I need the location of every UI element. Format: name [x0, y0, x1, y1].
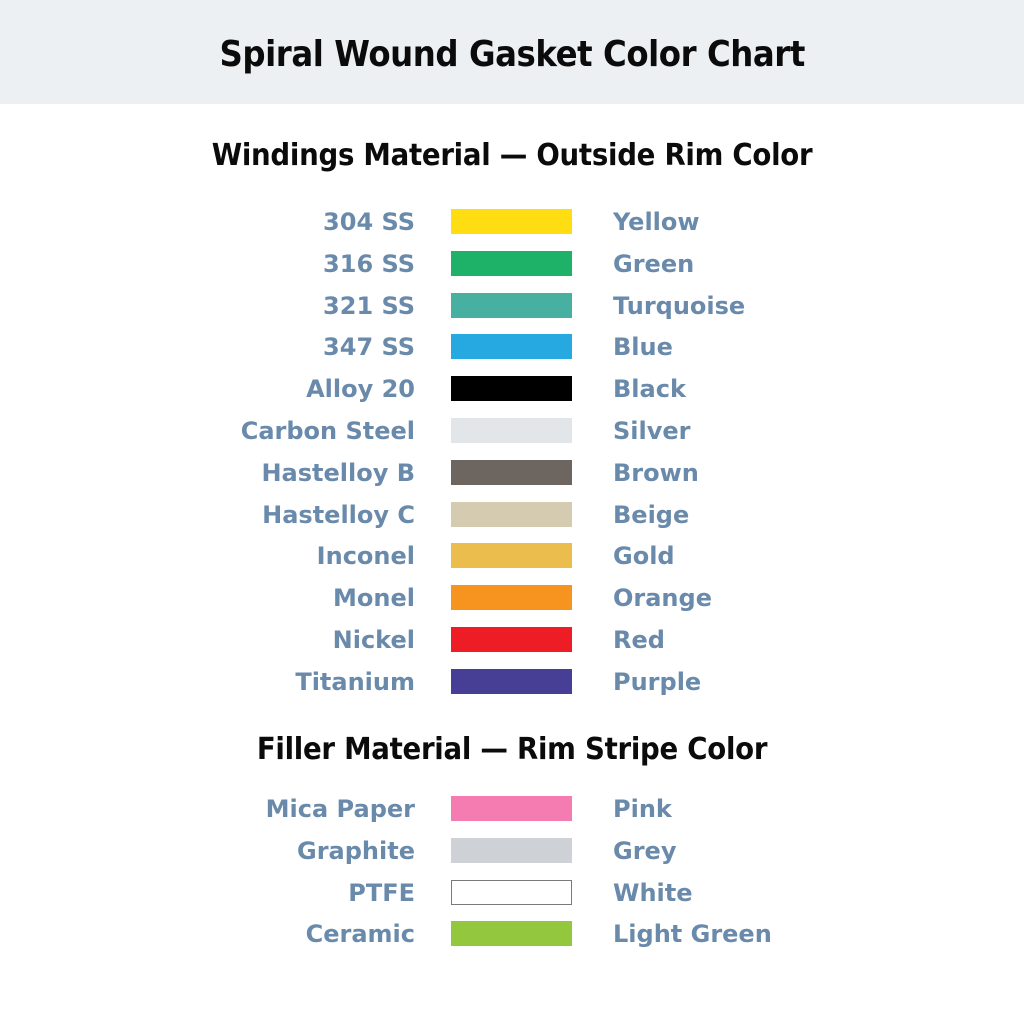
color-swatch	[451, 418, 572, 443]
color-swatch	[451, 543, 572, 569]
color-swatch	[451, 921, 572, 947]
color-swatch	[451, 334, 572, 360]
color-name-label: Light Green	[613, 920, 772, 949]
color-swatch	[451, 627, 572, 652]
material-label: Mica Paper	[265, 795, 415, 823]
color-row: Monel Orange	[0, 577, 1024, 619]
color-name-label: Gold	[613, 542, 675, 571]
color-name-label: Brown	[613, 458, 699, 487]
color-row: Hastelloy C Beige	[0, 494, 1024, 536]
material-label: Hastelloy C	[262, 500, 415, 529]
color-name-label: Red	[613, 626, 665, 654]
color-row: 316 SS Green	[0, 243, 1024, 285]
color-swatch	[451, 209, 572, 234]
color-row: 321 SS Turquoise	[0, 285, 1024, 327]
material-label: 316 SS	[323, 249, 415, 278]
color-swatch	[451, 376, 572, 402]
color-swatch	[451, 250, 572, 276]
color-name-label: Orange	[613, 584, 712, 613]
color-swatch	[451, 585, 572, 611]
material-label: 321 SS	[323, 291, 415, 320]
color-row: Inconel Gold	[0, 535, 1024, 577]
color-name-label: Blue	[613, 333, 673, 362]
color-name-label: White	[613, 878, 693, 907]
color-swatch	[451, 879, 572, 905]
color-row: Carbon Steel Silver	[0, 410, 1024, 452]
material-label: Monel	[333, 584, 415, 613]
color-swatch	[451, 292, 572, 318]
color-name-label: Purple	[613, 667, 702, 696]
color-swatch	[451, 796, 572, 821]
color-row: Mica Paper Pink	[0, 788, 1024, 830]
color-name-label: Beige	[613, 500, 690, 529]
material-label: Hastelloy B	[261, 458, 415, 487]
color-row: 304 SS Yellow	[0, 201, 1024, 243]
material-label: Graphite	[297, 836, 415, 865]
material-label: 304 SS	[323, 208, 415, 236]
color-name-label: Silver	[613, 417, 691, 445]
material-label: Carbon Steel	[240, 417, 415, 445]
material-label: Ceramic	[305, 920, 415, 949]
color-swatch	[451, 501, 572, 527]
color-swatch	[451, 668, 572, 694]
color-name-label: Green	[613, 249, 695, 278]
material-label: 347 SS	[323, 333, 415, 362]
color-swatch	[451, 837, 572, 863]
color-swatch	[451, 459, 572, 485]
color-row: Alloy 20 Black	[0, 368, 1024, 410]
page-title: Spiral Wound Gasket Color Chart	[219, 33, 805, 75]
color-name-label: Pink	[613, 795, 672, 823]
header-banner: Spiral Wound Gasket Color Chart	[0, 0, 1024, 104]
color-name-label: Turquoise	[613, 291, 746, 320]
color-name-label: Grey	[613, 836, 677, 865]
color-name-label: Black	[613, 375, 686, 404]
color-row: Ceramic Light Green	[0, 913, 1024, 955]
color-row: Graphite Grey	[0, 830, 1024, 872]
section-heading-windings: Windings Material — Outside Rim Color	[211, 138, 813, 173]
material-label: PTFE	[348, 878, 415, 907]
material-label: Alloy 20	[306, 375, 415, 404]
color-row: Nickel Red	[0, 619, 1024, 661]
color-name-label: Yellow	[613, 208, 700, 236]
material-label: Nickel	[332, 626, 415, 654]
material-label: Inconel	[316, 542, 415, 571]
color-row: Hastelloy B Brown	[0, 452, 1024, 494]
material-label: Titanium	[295, 667, 415, 696]
color-row: PTFE White	[0, 872, 1024, 914]
color-row: Titanium Purple	[0, 661, 1024, 703]
section-heading-filler: Filler Material — Rim Stripe Color	[256, 732, 768, 767]
color-row: 347 SS Blue	[0, 326, 1024, 368]
